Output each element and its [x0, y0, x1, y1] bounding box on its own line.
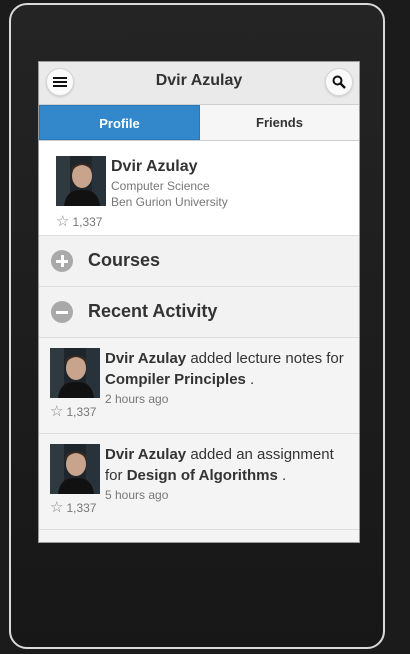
- search-button[interactable]: [325, 68, 353, 96]
- activity-stars: ☆ 1,337: [50, 500, 96, 515]
- list-item[interactable]: Dvir Azulay added an assignment for Desi…: [39, 434, 359, 530]
- star-icon: ☆: [56, 213, 70, 230]
- activity-user[interactable]: Dvir Azulay: [105, 446, 186, 463]
- minus-circle-icon: [51, 301, 73, 323]
- avatar[interactable]: [50, 348, 100, 398]
- activity-target[interactable]: Design of Algorithms: [127, 467, 278, 484]
- profile-department: Computer Science: [111, 179, 210, 193]
- activity-time: 5 hours ago: [105, 488, 169, 502]
- tab-profile[interactable]: Profile: [39, 105, 200, 140]
- activity-target[interactable]: Compiler Principles: [105, 371, 246, 388]
- activity-text: Dvir Azulay added an assignment for Desi…: [105, 444, 350, 503]
- app-header: Dvir Azulay: [39, 62, 359, 105]
- activity-action: added lecture notes for: [190, 350, 344, 367]
- profile-stars: ☆ 1,337: [56, 214, 102, 229]
- recent-activity-label: Recent Activity: [88, 301, 218, 321]
- courses-section-header[interactable]: Courses: [39, 236, 359, 287]
- profile-star-count: 1,337: [72, 214, 103, 229]
- recent-activity-section-header[interactable]: Recent Activity: [39, 287, 359, 338]
- tab-friends[interactable]: Friends: [200, 105, 359, 140]
- page-title: Dvir Azulay: [155, 72, 243, 89]
- tab-bar: Profile Friends: [39, 105, 359, 141]
- profile-name[interactable]: Dvir Azulay: [111, 158, 198, 176]
- list-item[interactable]: Dvir Azulay added lecture notes for Comp…: [39, 338, 359, 434]
- activity-text: Dvir Azulay added lecture notes for Comp…: [105, 348, 350, 407]
- profile-card: Dvir Azulay Computer Science Ben Gurion …: [39, 141, 359, 236]
- activity-stars: ☆ 1,337: [50, 404, 96, 419]
- profile-university: Ben Gurion University: [111, 195, 228, 209]
- activity-star-count: 1,337: [66, 500, 97, 515]
- search-icon: [332, 75, 346, 89]
- avatar[interactable]: [50, 444, 100, 494]
- star-icon: ☆: [50, 403, 64, 420]
- app-screen: Dvir Azulay Profile Friends Dvir Azulay …: [38, 61, 360, 543]
- avatar[interactable]: [56, 156, 106, 206]
- activity-star-count: 1,337: [66, 404, 97, 419]
- activity-time: 2 hours ago: [105, 392, 169, 406]
- activity-end: .: [250, 371, 255, 388]
- activity-user[interactable]: Dvir Azulay: [105, 350, 186, 367]
- star-icon: ☆: [50, 499, 64, 516]
- activity-end: .: [281, 467, 287, 484]
- plus-circle-icon: [51, 250, 73, 272]
- courses-label: Courses: [88, 250, 161, 270]
